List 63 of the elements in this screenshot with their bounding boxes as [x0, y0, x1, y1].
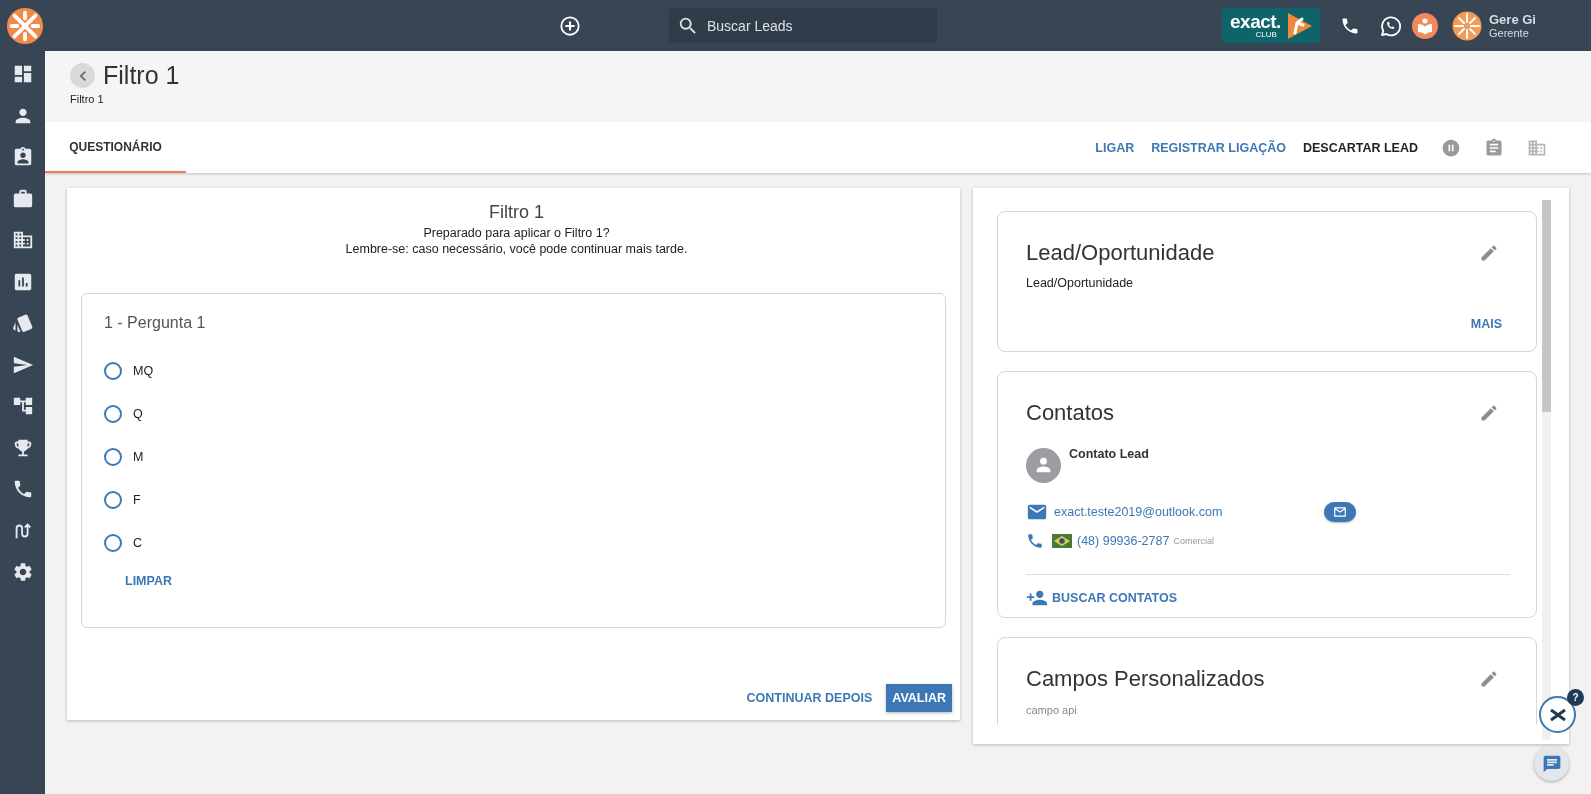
questionnaire-title: Filtro 1 — [488, 202, 545, 223]
page-title: Filtro 1 — [103, 61, 180, 90]
card-title: Lead/Oportunidade — [1026, 240, 1215, 266]
edit-icon[interactable] — [1479, 669, 1499, 689]
field-label: campo api — [1026, 704, 1078, 716]
book-icon[interactable] — [1412, 12, 1438, 39]
logo-icon[interactable] — [6, 6, 44, 45]
envelope-icon — [1333, 505, 1347, 519]
chat-button[interactable] — [1534, 746, 1569, 781]
option-label: MQ — [133, 364, 154, 378]
pause-icon[interactable] — [1441, 137, 1461, 158]
edit-icon[interactable] — [1479, 243, 1499, 263]
clear-button[interactable]: LIMPAR — [125, 574, 172, 588]
hierarchy-icon[interactable] — [11, 395, 34, 417]
phone-link[interactable]: (48) 99936-2787 — [1077, 534, 1170, 548]
club-button[interactable]: exact. CLUB — [1222, 8, 1320, 43]
action-link[interactable]: REGISTRAR LIGAÇÃO — [1151, 140, 1286, 155]
briefcase-icon[interactable] — [11, 187, 34, 210]
radio-button[interactable] — [104, 405, 122, 423]
question-title: 1 - Pergunta 1 — [104, 314, 207, 332]
avatar-icon — [1026, 448, 1061, 483]
evaluate-button[interactable]: AVALIAR — [886, 684, 952, 712]
avatar-icon[interactable] — [1452, 10, 1482, 41]
cards-icon[interactable] — [11, 312, 34, 334]
more-button[interactable]: MAIS — [1470, 317, 1502, 331]
user-name: Gere Gi — [1489, 11, 1536, 27]
scroll-thumb[interactable] — [1542, 200, 1551, 412]
back-button[interactable] — [70, 63, 95, 88]
radio-button[interactable] — [104, 362, 122, 380]
option-label: M — [133, 450, 144, 464]
option-label: C — [133, 536, 143, 550]
user-role: Gerente — [1489, 26, 1530, 40]
add-icon[interactable] — [559, 14, 581, 37]
chat-bubble-icon[interactable] — [1378, 13, 1402, 38]
option-label: Q — [133, 407, 143, 421]
phone-icon — [1026, 532, 1044, 550]
intro-text: Preparado para aplicar o Filtro 1? — [423, 225, 610, 241]
card-title: Contatos — [1026, 400, 1115, 426]
radio-button[interactable] — [104, 491, 122, 509]
email-link[interactable]: exact.teste2019@outlook.com — [1054, 505, 1324, 519]
help-badge: ? — [1567, 689, 1584, 706]
continue-later-button[interactable]: CONTINUAR DEPOIS — [740, 684, 879, 712]
edit-icon[interactable] — [1479, 403, 1499, 423]
action-link[interactable]: LIGAR — [1095, 140, 1135, 155]
settings-icon[interactable] — [11, 561, 34, 583]
flag-icon — [1052, 534, 1072, 548]
card-title: Campos Personalizados — [1026, 666, 1265, 692]
phone-type: Comercial — [1173, 536, 1214, 546]
field-value: Lead/Oportunidade — [1026, 276, 1135, 290]
tab[interactable]: QUESTIONÁRIO — [45, 122, 186, 173]
radio-button[interactable] — [104, 448, 122, 466]
clipboard-icon[interactable] — [1484, 137, 1504, 158]
action-button[interactable]: DESCARTAR LEAD — [1302, 140, 1418, 155]
intro-text: Lembre-se: caso necessário, você pode continuar mais tarde. — [345, 241, 688, 257]
contact-name: Contato Lead — [1069, 447, 1149, 463]
send-email-button[interactable] — [1324, 502, 1356, 522]
scrollbar[interactable] — [1542, 200, 1551, 740]
search-contacts-button[interactable]: BUSCAR CONTATOS — [1026, 587, 1177, 609]
radio-button[interactable] — [104, 534, 122, 552]
building-icon[interactable] — [11, 229, 34, 251]
breadcrumb: Filtro 1 — [70, 93, 105, 105]
chat-icon — [1541, 753, 1562, 774]
option-label: F — [133, 493, 141, 507]
